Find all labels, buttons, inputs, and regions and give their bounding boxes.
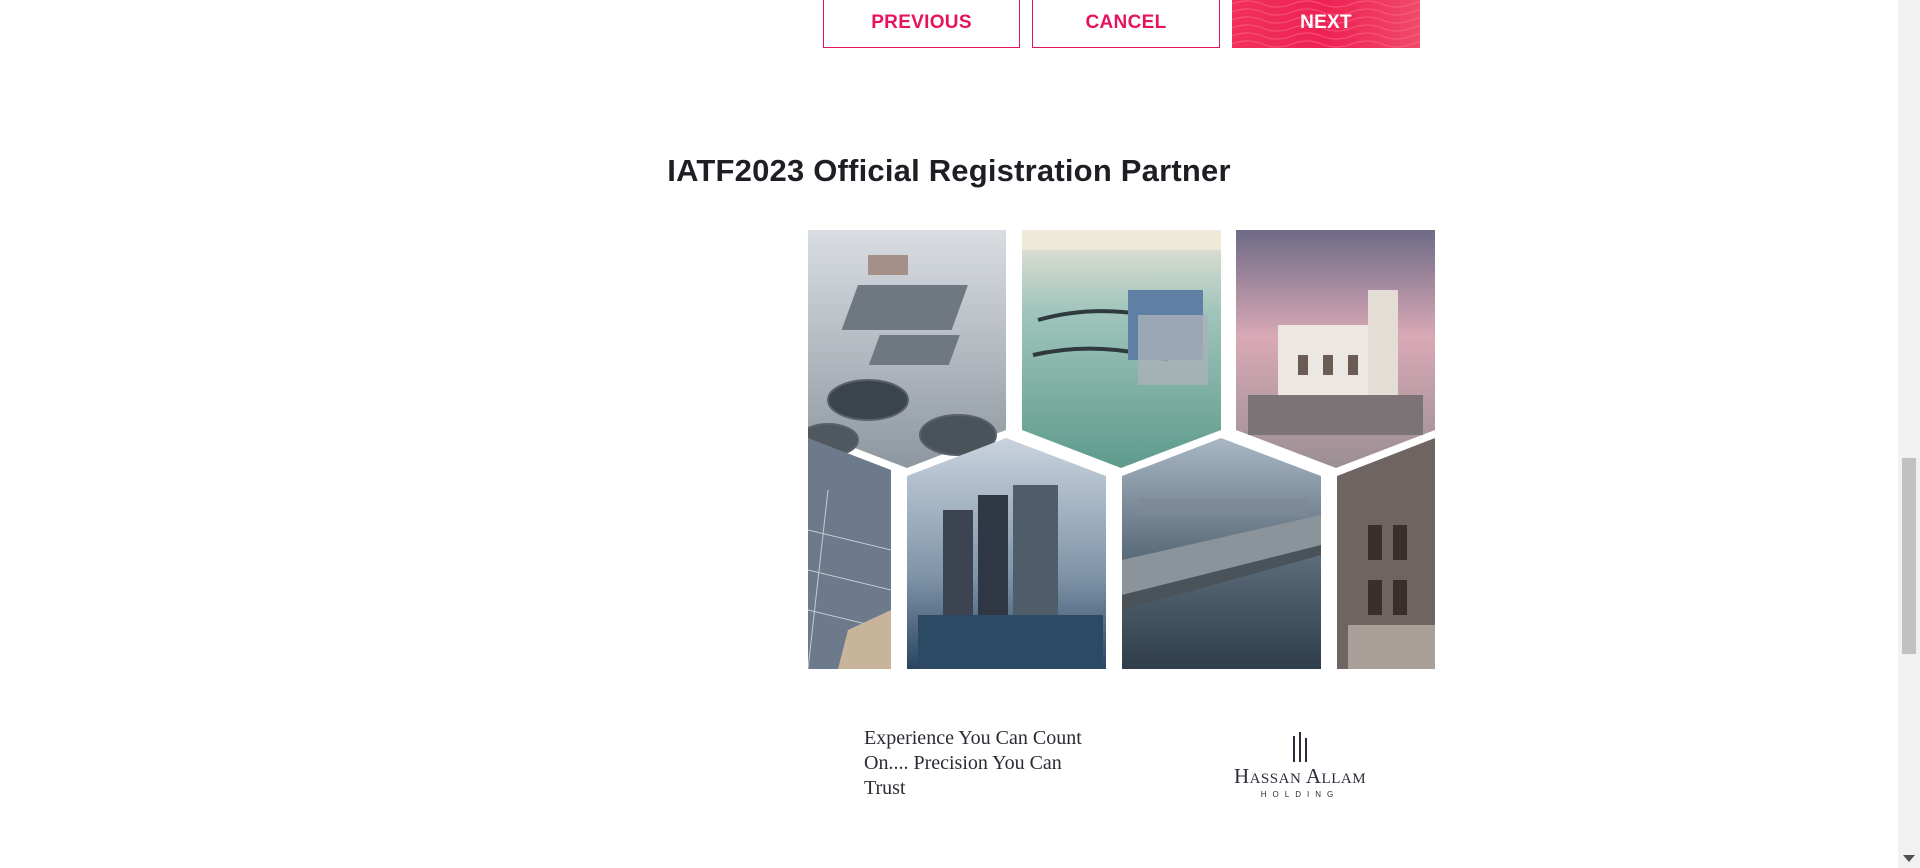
scroll-down-icon[interactable] xyxy=(1903,855,1915,862)
logo-subtitle: HOLDING xyxy=(1260,790,1340,799)
previous-button[interactable]: PREVIOUS xyxy=(823,0,1020,48)
next-button[interactable]: NEXT xyxy=(1232,0,1420,48)
next-button-label: NEXT xyxy=(1300,12,1352,33)
partner-ad-image xyxy=(808,230,1435,669)
cancel-button[interactable]: CANCEL xyxy=(1032,0,1220,48)
hassan-allam-logo: Hassan Allam HOLDING xyxy=(1220,730,1380,802)
logo-name: Hassan Allam xyxy=(1233,764,1367,788)
logo-mark-icon xyxy=(1293,732,1307,762)
scroll-thumb[interactable] xyxy=(1902,458,1916,654)
page-scrollbar[interactable] xyxy=(1898,0,1920,868)
partner-section-title: IATF2023 Official Registration Partner xyxy=(667,153,1231,188)
ad-tagline: Experience You Can Count On.... Precisio… xyxy=(864,727,1082,799)
